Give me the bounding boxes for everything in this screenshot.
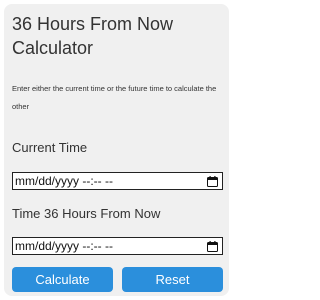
future-time-label: Time 36 Hours From Now [12,206,161,221]
current-time-value: mm/dd/yyyy --:-- -- [15,174,113,188]
calculator-card: 36 Hours From Now Calculator Enter eithe… [4,4,229,296]
calendar-icon[interactable] [206,240,218,252]
calculate-button[interactable]: Calculate [12,267,113,292]
future-time-input[interactable]: mm/dd/yyyy --:-- -- [12,237,223,255]
current-time-label: Current Time [12,140,88,155]
calendar-icon[interactable] [206,175,218,187]
future-time-value: mm/dd/yyyy --:-- -- [15,239,113,253]
current-time-input[interactable]: mm/dd/yyyy --:-- -- [12,172,223,190]
calculator-description: Enter either the current time or the fut… [12,84,217,111]
calculator-title: 36 Hours From Now Calculator [12,14,174,58]
reset-button[interactable]: Reset [122,267,223,292]
